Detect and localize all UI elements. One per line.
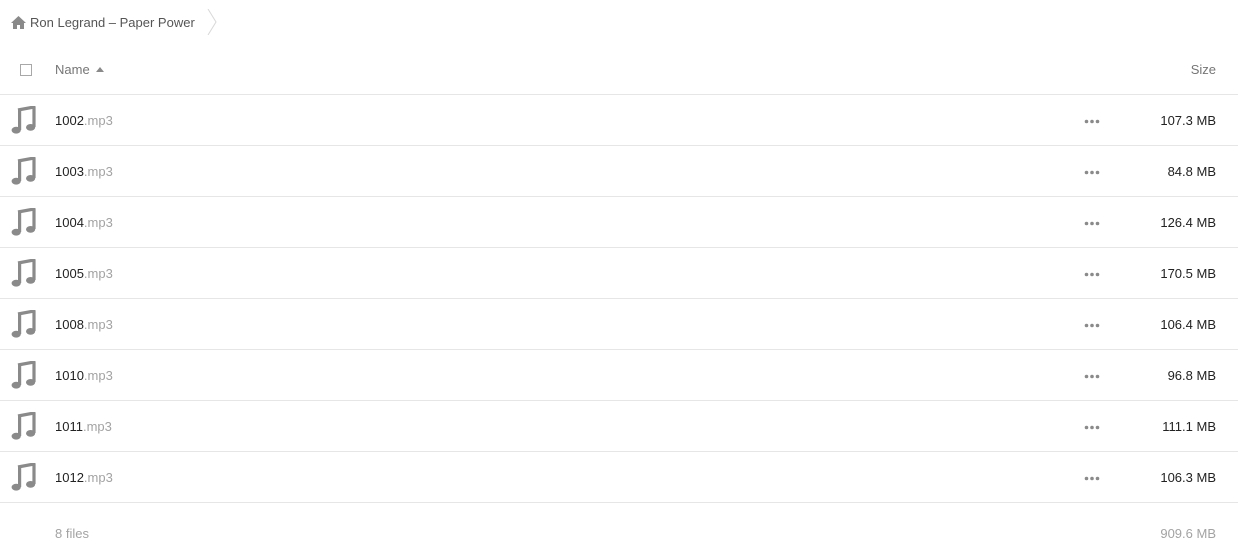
file-name-base: 1003: [55, 164, 84, 179]
file-row[interactable]: 1002.mp3 107.3 MB: [0, 95, 1238, 146]
list-footer: 8 files 909.6 MB: [0, 520, 1238, 548]
home-icon[interactable]: [10, 15, 27, 30]
more-options-icon[interactable]: [1084, 221, 1100, 226]
music-note-icon: [11, 412, 36, 440]
file-row[interactable]: 1003.mp3 84.8 MB: [0, 146, 1238, 197]
file-row[interactable]: 1012.mp3 106.3 MB: [0, 452, 1238, 503]
more-options-icon[interactable]: [1084, 323, 1100, 328]
file-extension: .mp3: [83, 470, 113, 485]
file-name[interactable]: 1004.mp3: [55, 215, 113, 230]
chevron-right-icon: [207, 9, 217, 35]
music-note-icon: [11, 259, 36, 287]
file-size: 84.8 MB: [1167, 164, 1216, 179]
file-name[interactable]: 1010.mp3: [55, 368, 113, 383]
select-all-checkbox[interactable]: [20, 64, 32, 76]
music-note-icon: [11, 310, 36, 338]
file-extension: .mp3: [82, 419, 112, 434]
name-column-header[interactable]: Name: [55, 62, 104, 77]
file-name-base: 1004: [55, 215, 84, 230]
file-size: 106.3 MB: [1160, 470, 1216, 485]
file-name-base: 1002: [55, 113, 84, 128]
file-extension: .mp3: [83, 368, 113, 383]
file-name[interactable]: 1012.mp3: [55, 470, 113, 485]
file-size: 96.8 MB: [1167, 368, 1216, 383]
file-row[interactable]: 1004.mp3 126.4 MB: [0, 197, 1238, 248]
breadcrumb: Ron Legrand – Paper Power: [10, 9, 217, 35]
file-size: 106.4 MB: [1160, 317, 1216, 332]
sort-ascending-icon: [95, 67, 104, 72]
file-size: 170.5 MB: [1160, 266, 1216, 281]
more-options-icon[interactable]: [1084, 476, 1100, 481]
file-name[interactable]: 1008.mp3: [55, 317, 113, 332]
file-count: 8 files: [55, 526, 89, 541]
file-extension: .mp3: [83, 266, 113, 281]
more-options-icon[interactable]: [1084, 425, 1100, 430]
file-row[interactable]: 1008.mp3 106.4 MB: [0, 299, 1238, 350]
file-name[interactable]: 1002.mp3: [55, 113, 113, 128]
music-note-icon: [11, 157, 36, 185]
file-row[interactable]: 1010.mp3 96.8 MB: [0, 350, 1238, 401]
file-size: 111.1 MB: [1162, 419, 1216, 434]
file-name-base: 1005: [55, 266, 84, 281]
more-options-icon[interactable]: [1084, 170, 1100, 175]
file-size: 126.4 MB: [1160, 215, 1216, 230]
file-extension: .mp3: [83, 164, 113, 179]
file-extension: .mp3: [83, 215, 113, 230]
more-options-icon[interactable]: [1084, 272, 1100, 277]
more-options-icon[interactable]: [1084, 119, 1100, 124]
file-size: 107.3 MB: [1160, 113, 1216, 128]
file-extension: .mp3: [83, 113, 113, 128]
file-name[interactable]: 1005.mp3: [55, 266, 113, 281]
file-list: 1002.mp3 107.3 MB 1003.mp3 84.8 MB 1004.…: [0, 95, 1238, 503]
music-note-icon: [11, 106, 36, 134]
music-note-icon: [11, 361, 36, 389]
list-header: Name Size: [0, 45, 1238, 95]
file-row[interactable]: 1005.mp3 170.5 MB: [0, 248, 1238, 299]
more-options-icon[interactable]: [1084, 374, 1100, 379]
name-column-label: Name: [55, 62, 90, 77]
file-extension: .mp3: [83, 317, 113, 332]
file-name-base: 1011: [55, 419, 83, 434]
breadcrumb-folder-label[interactable]: Ron Legrand – Paper Power: [30, 15, 195, 30]
total-size: 909.6 MB: [1160, 526, 1216, 541]
size-column-header[interactable]: Size: [1191, 62, 1216, 77]
file-row[interactable]: 1011.mp3 111.1 MB: [0, 401, 1238, 452]
file-name-base: 1008: [55, 317, 84, 332]
music-note-icon: [11, 208, 36, 236]
file-name-base: 1012: [55, 470, 84, 485]
music-note-icon: [11, 463, 36, 491]
file-name[interactable]: 1011.mp3: [55, 419, 112, 434]
file-name-base: 1010: [55, 368, 84, 383]
file-name[interactable]: 1003.mp3: [55, 164, 113, 179]
